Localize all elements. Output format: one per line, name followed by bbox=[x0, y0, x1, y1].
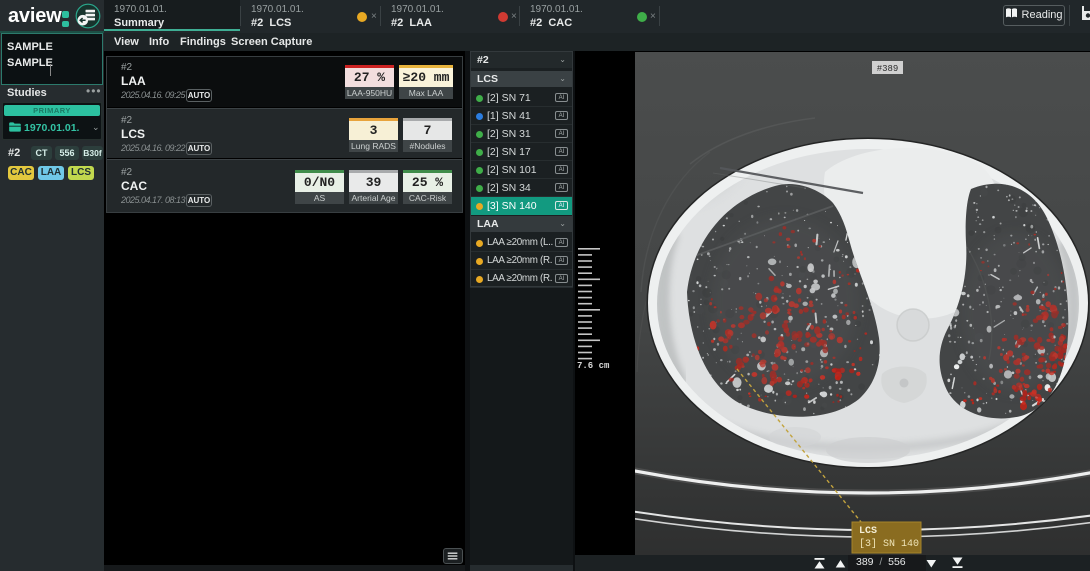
svg-text:#389: #389 bbox=[877, 64, 899, 74]
svg-text:LCS: LCS bbox=[859, 526, 877, 537]
svg-text:[3] SN 140: [3] SN 140 bbox=[859, 538, 919, 550]
